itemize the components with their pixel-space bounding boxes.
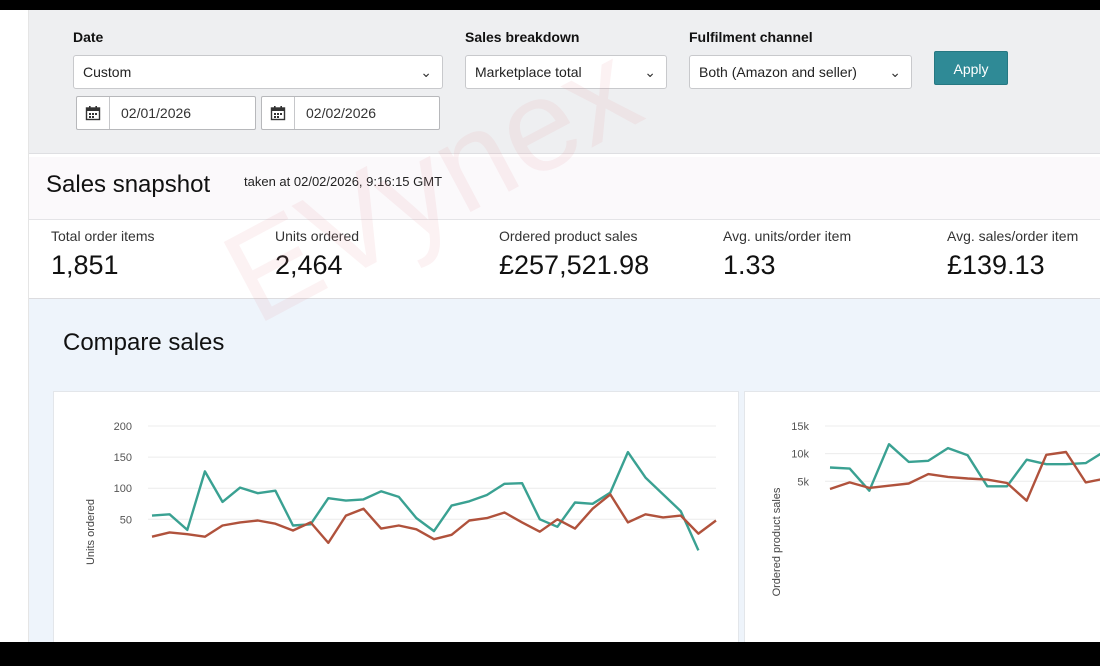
metric-units-ordered: Units ordered 2,464 — [275, 228, 359, 281]
app-frame: Date Custom ⌄ 02/01/2026 02/02/2026 Sale… — [0, 10, 1100, 642]
units-ordered-chart: 50 100 150 200 Units ordered — [85, 421, 717, 565]
sales-breakdown-value: Marketplace total — [475, 64, 582, 80]
calendar-icon[interactable] — [77, 97, 110, 129]
series-line-1 — [829, 450, 1100, 502]
y-tick-label: 15k — [791, 421, 809, 433]
metric-avg-units-per-order-item: Avg. units/order item 1.33 — [723, 228, 851, 281]
metric-value: 1,851 — [51, 250, 119, 280]
sales-breakdown-select[interactable]: Marketplace total ⌄ — [465, 55, 667, 89]
date-range-value: Custom — [83, 64, 132, 80]
ordered-product-sales-chart-panel: 5k 10k 15k Ordered product sales — [744, 391, 1100, 642]
units-ordered-chart-panel: 50 100 150 200 Units ordered — [53, 391, 739, 642]
snapshot-timestamp: taken at 02/02/2026, 9:16:15 GMT — [244, 174, 443, 189]
metric-value: £139.13 — [947, 250, 1045, 280]
fulfilment-channel-value: Both (Amazon and seller) — [699, 64, 857, 80]
metric-value: 1.33 — [723, 250, 776, 280]
chevron-down-icon: ⌄ — [889, 64, 901, 80]
sales-snapshot-header: Sales snapshot taken at 02/02/2026, 9:16… — [29, 157, 1100, 220]
fulfilment-channel-label: Fulfilment channel — [689, 29, 813, 45]
snapshot-metrics: Total order items 1,851 Units ordered 2,… — [29, 220, 1100, 299]
apply-button[interactable]: Apply — [934, 51, 1008, 85]
metric-label: Total order items — [51, 228, 155, 244]
series-line-1 — [151, 493, 717, 545]
fulfilment-channel-select[interactable]: Both (Amazon and seller) ⌄ — [689, 55, 912, 89]
y-tick-label: 10k — [791, 449, 809, 461]
y-tick-label: 200 — [114, 421, 132, 433]
ordered-product-sales-chart: 5k 10k 15k Ordered product sales — [771, 421, 1100, 596]
filter-bar: Date Custom ⌄ 02/01/2026 02/02/2026 Sale… — [29, 10, 1100, 154]
metric-value: 2,464 — [275, 250, 343, 280]
date-label: Date — [73, 29, 104, 45]
left-gutter — [0, 10, 29, 642]
calendar-icon[interactable] — [262, 97, 295, 129]
start-date-value: 02/01/2026 — [121, 105, 192, 121]
start-date-field[interactable]: 02/01/2026 — [76, 96, 256, 130]
compare-sales-section: Compare sales 50 100 150 200 Units ordered 5… — [29, 299, 1100, 642]
metric-label: Avg. sales/order item — [947, 228, 1079, 244]
y-axis-label: Ordered product sales — [771, 487, 783, 596]
end-date-value: 02/02/2026 — [306, 105, 377, 121]
end-date-field[interactable]: 02/02/2026 — [261, 96, 440, 130]
metric-value: £257,521.98 — [499, 250, 650, 280]
y-tick-label: 100 — [114, 483, 132, 495]
y-tick-label: 150 — [114, 452, 132, 464]
y-axis-label: Units ordered — [85, 499, 97, 565]
y-tick-label: 5k — [797, 476, 809, 488]
chevron-down-icon: ⌄ — [644, 64, 656, 80]
chevron-down-icon: ⌄ — [420, 64, 432, 80]
series-line-0 — [151, 450, 700, 551]
sales-snapshot-title: Sales snapshot — [46, 171, 211, 198]
sales-breakdown-label: Sales breakdown — [465, 29, 580, 45]
metric-total-order-items: Total order items 1,851 — [51, 228, 154, 281]
series-line-0 — [829, 443, 1100, 492]
metric-label: Ordered product sales — [499, 228, 638, 244]
metric-label: Units ordered — [275, 228, 360, 244]
metric-ordered-product-sales: Ordered product sales £257,521.98 — [499, 228, 649, 281]
compare-sales-title: Compare sales — [63, 329, 225, 356]
metric-label: Avg. units/order item — [723, 228, 852, 244]
date-range-select[interactable]: Custom ⌄ — [73, 55, 443, 89]
metric-avg-sales-per-order-item: Avg. sales/order item £139.13 — [947, 228, 1078, 281]
y-tick-label: 50 — [120, 514, 132, 526]
